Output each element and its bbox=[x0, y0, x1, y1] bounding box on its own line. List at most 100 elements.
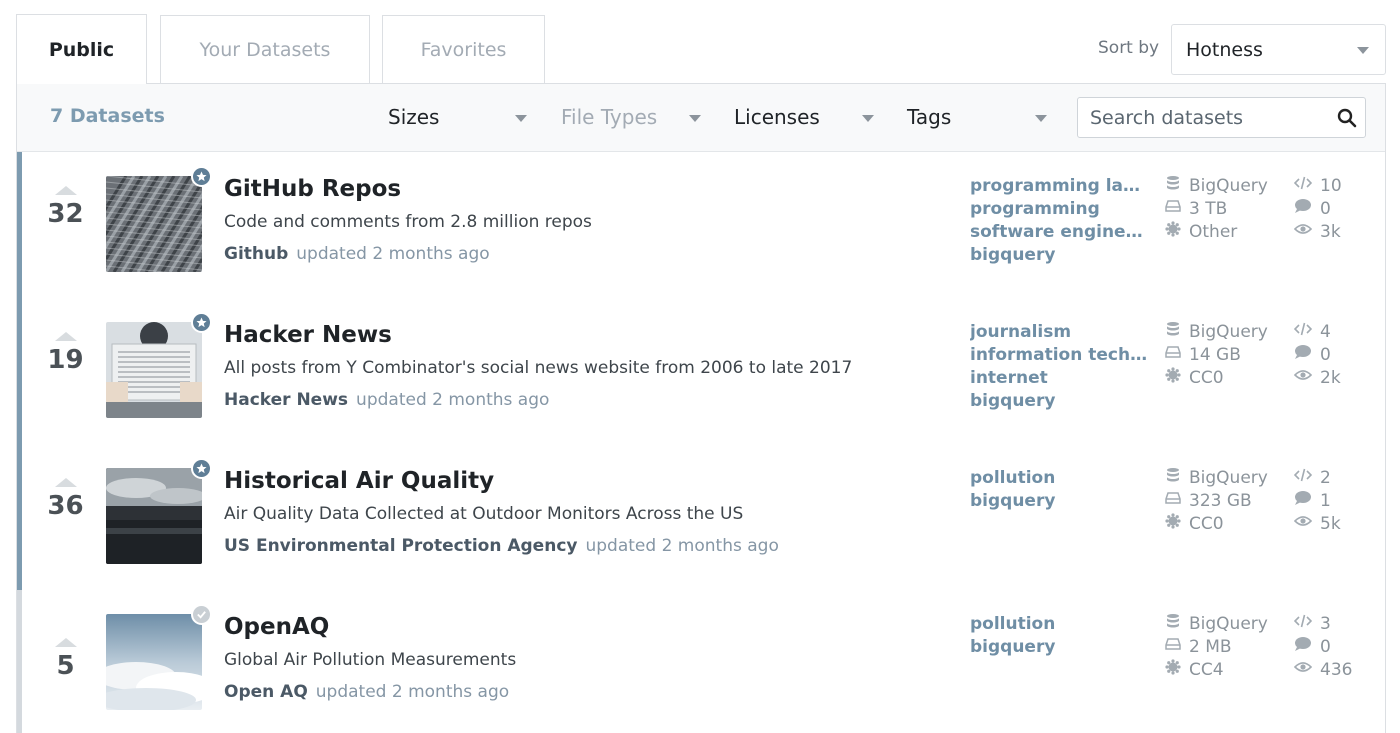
licenses-filter-label: Licenses bbox=[734, 105, 820, 129]
eye-icon bbox=[1293, 659, 1320, 682]
vote-count: 32 bbox=[47, 199, 84, 229]
dataset-activity: 2 1 5k bbox=[1293, 467, 1341, 536]
search-icon[interactable] bbox=[1337, 108, 1357, 128]
dataset-activity: 4 0 2k bbox=[1293, 321, 1341, 390]
comments-stat[interactable]: 0 bbox=[1294, 198, 1342, 221]
dataset-owner[interactable]: Hacker News bbox=[224, 390, 348, 410]
search-input[interactable]: Search datasets bbox=[1077, 97, 1366, 138]
database-icon bbox=[1165, 175, 1189, 198]
tag-link[interactable]: software engineer... bbox=[970, 221, 1150, 244]
tag-link[interactable]: programming bbox=[970, 198, 1150, 221]
tag-link[interactable]: information techn... bbox=[970, 344, 1150, 367]
licenses-filter[interactable]: Licenses bbox=[734, 105, 874, 129]
dataset-description: All posts from Y Combinator's social new… bbox=[224, 358, 853, 378]
hard-drive-icon bbox=[1165, 636, 1189, 659]
kernels-count: 4 bbox=[1320, 322, 1331, 342]
tab-your-datasets[interactable]: Your Datasets bbox=[160, 15, 370, 83]
chevron-down-icon bbox=[689, 115, 701, 122]
dataset-owner[interactable]: US Environmental Protection Agency bbox=[224, 536, 577, 556]
row-accent-bar bbox=[17, 590, 22, 733]
dataset-stats: BigQuery 323 GB CC0 bbox=[1165, 467, 1268, 536]
dataset-title[interactable]: GitHub Repos bbox=[224, 176, 401, 202]
kernels-stat[interactable]: 2 bbox=[1293, 467, 1341, 490]
dataset-thumbnail[interactable] bbox=[106, 468, 202, 564]
tag-list: pollution bigquery bbox=[970, 613, 1150, 659]
kernels-stat[interactable]: 3 bbox=[1293, 613, 1352, 636]
dataset-row[interactable]: 32 GitHub Repos Code and comments from 2… bbox=[17, 152, 1385, 298]
upvote-arrow-icon[interactable] bbox=[54, 186, 77, 195]
license-stat: CC0 bbox=[1165, 367, 1268, 390]
views-stat: 5k bbox=[1293, 513, 1341, 536]
dataset-thumbnail[interactable] bbox=[106, 176, 202, 272]
tags-filter[interactable]: Tags bbox=[907, 105, 1047, 129]
source-stat: BigQuery bbox=[1165, 321, 1268, 344]
license-value: CC0 bbox=[1189, 368, 1224, 388]
upvote-arrow-icon[interactable] bbox=[54, 332, 77, 341]
sizes-filter[interactable]: Sizes bbox=[388, 105, 527, 129]
upvote-control[interactable]: 5 bbox=[43, 638, 88, 681]
dataset-thumbnail[interactable] bbox=[106, 614, 202, 710]
tag-list: programming lang... programming software e… bbox=[970, 175, 1150, 267]
views-count: 3k bbox=[1320, 222, 1341, 242]
size-stat: 323 GB bbox=[1165, 490, 1268, 513]
eye-icon bbox=[1293, 513, 1320, 536]
dataset-owner[interactable]: Open AQ bbox=[224, 682, 308, 702]
comment-icon bbox=[1294, 198, 1320, 221]
dataset-row[interactable]: 19 Hacker News All posts from Y Combinat… bbox=[17, 298, 1385, 444]
code-icon bbox=[1293, 175, 1320, 198]
kernels-stat[interactable]: 10 bbox=[1293, 175, 1342, 198]
dataset-stats: BigQuery 14 GB CC0 bbox=[1165, 321, 1268, 390]
tag-link[interactable]: programming lang... bbox=[970, 175, 1150, 198]
dataset-description: Air Quality Data Collected at Outdoor Mo… bbox=[224, 504, 744, 524]
dataset-stats: BigQuery 3 TB Other bbox=[1165, 175, 1268, 244]
row-accent-bar bbox=[17, 298, 22, 444]
tab-favorites[interactable]: Favorites bbox=[382, 15, 545, 83]
upvote-arrow-icon[interactable] bbox=[54, 638, 77, 647]
star-icon bbox=[191, 166, 212, 187]
kernels-count: 2 bbox=[1320, 468, 1331, 488]
updated-time: updated 2 months ago bbox=[296, 244, 490, 264]
tag-link[interactable]: bigquery bbox=[970, 244, 1150, 267]
tag-link[interactable]: bigquery bbox=[970, 390, 1150, 413]
sort-select[interactable]: Hotness bbox=[1171, 24, 1386, 75]
upvote-control[interactable]: 36 bbox=[43, 478, 88, 521]
license-value: CC0 bbox=[1189, 514, 1224, 534]
dataset-thumbnail[interactable] bbox=[106, 322, 202, 418]
views-count: 2k bbox=[1320, 368, 1341, 388]
views-stat: 436 bbox=[1293, 659, 1352, 682]
tag-link[interactable]: bigquery bbox=[970, 490, 1150, 513]
upvote-arrow-icon[interactable] bbox=[54, 478, 77, 487]
tag-link[interactable]: bigquery bbox=[970, 636, 1150, 659]
dataset-title[interactable]: OpenAQ bbox=[224, 614, 329, 640]
chevron-down-icon bbox=[862, 115, 874, 122]
search-placeholder: Search datasets bbox=[1090, 106, 1244, 129]
dataset-activity: 10 0 3k bbox=[1293, 175, 1342, 244]
file-types-filter[interactable]: File Types bbox=[561, 105, 701, 129]
dataset-title[interactable]: Hacker News bbox=[224, 322, 392, 348]
comments-stat[interactable]: 0 bbox=[1294, 344, 1341, 367]
dataset-owner[interactable]: Github bbox=[224, 244, 288, 264]
dataset-row[interactable]: 36 Historical Air Quality Air Quality Da… bbox=[17, 444, 1385, 590]
hard-drive-icon bbox=[1165, 344, 1189, 367]
kernels-stat[interactable]: 4 bbox=[1293, 321, 1341, 344]
tag-list: pollution bigquery bbox=[970, 467, 1150, 513]
tag-link[interactable]: journalism bbox=[970, 321, 1150, 344]
datasets-panel: 7 Datasets Sizes File Types Licenses Tag… bbox=[16, 83, 1386, 733]
database-icon bbox=[1165, 321, 1189, 344]
dataset-title[interactable]: Historical Air Quality bbox=[224, 468, 494, 494]
tag-link[interactable]: internet bbox=[970, 367, 1150, 390]
vote-count: 36 bbox=[47, 491, 84, 521]
comments-stat[interactable]: 0 bbox=[1294, 636, 1352, 659]
upvote-control[interactable]: 32 bbox=[43, 186, 88, 229]
size-value: 323 GB bbox=[1189, 491, 1252, 511]
tag-link[interactable]: pollution bbox=[970, 613, 1150, 636]
hard-drive-icon bbox=[1165, 490, 1189, 513]
comments-count: 0 bbox=[1320, 345, 1331, 365]
comments-stat[interactable]: 1 bbox=[1294, 490, 1341, 513]
dataset-row[interactable]: 5 OpenAQ Global Air Pollution Measuremen… bbox=[17, 590, 1385, 733]
upvote-control[interactable]: 19 bbox=[43, 332, 88, 375]
filter-toolbar: 7 Datasets Sizes File Types Licenses Tag… bbox=[17, 84, 1385, 152]
tag-link[interactable]: pollution bbox=[970, 467, 1150, 490]
file-types-filter-label: File Types bbox=[561, 105, 658, 129]
tab-public[interactable]: Public bbox=[16, 14, 147, 84]
